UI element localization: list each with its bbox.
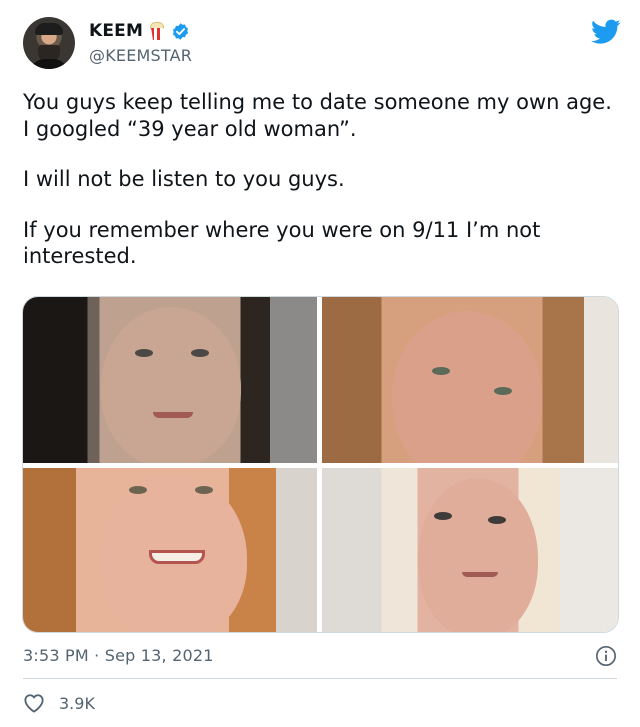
tweet-header: KEEM @KEEMSTAR <box>23 17 623 73</box>
timestamp[interactable]: 3:53 PM · Sep 13, 2021 <box>23 646 214 665</box>
like-count: 3.9K <box>59 693 95 713</box>
avatar[interactable] <box>23 17 75 69</box>
photo-1[interactable] <box>23 297 317 463</box>
verified-badge-icon <box>173 22 189 40</box>
photo-3[interactable] <box>23 468 317 632</box>
name-row: KEEM <box>89 21 190 41</box>
media-grid <box>22 296 619 633</box>
user-handle[interactable]: @KEEMSTAR <box>89 46 192 65</box>
display-name[interactable]: KEEM <box>89 21 143 41</box>
tweet-paragraph-2: I will not be listen to you guys. <box>23 167 345 191</box>
tweet-paragraph-1: You guys keep telling me to date someone… <box>23 90 612 141</box>
tweet-paragraph-3: If you remember where you were on 9/11 I… <box>23 217 541 269</box>
tweet-meta: 3:53 PM · Sep 13, 2021 <box>23 645 617 669</box>
tweet-text: You guys keep telling me to date someone… <box>23 89 623 270</box>
likes-row[interactable]: 3.9K <box>23 691 95 715</box>
divider <box>23 678 617 679</box>
twitter-bird-icon[interactable] <box>591 19 621 45</box>
photo-2[interactable] <box>322 297 618 463</box>
info-icon[interactable] <box>595 645 617 667</box>
popcorn-icon <box>149 22 165 40</box>
heart-icon[interactable] <box>23 693 45 713</box>
photo-4[interactable] <box>322 468 618 632</box>
